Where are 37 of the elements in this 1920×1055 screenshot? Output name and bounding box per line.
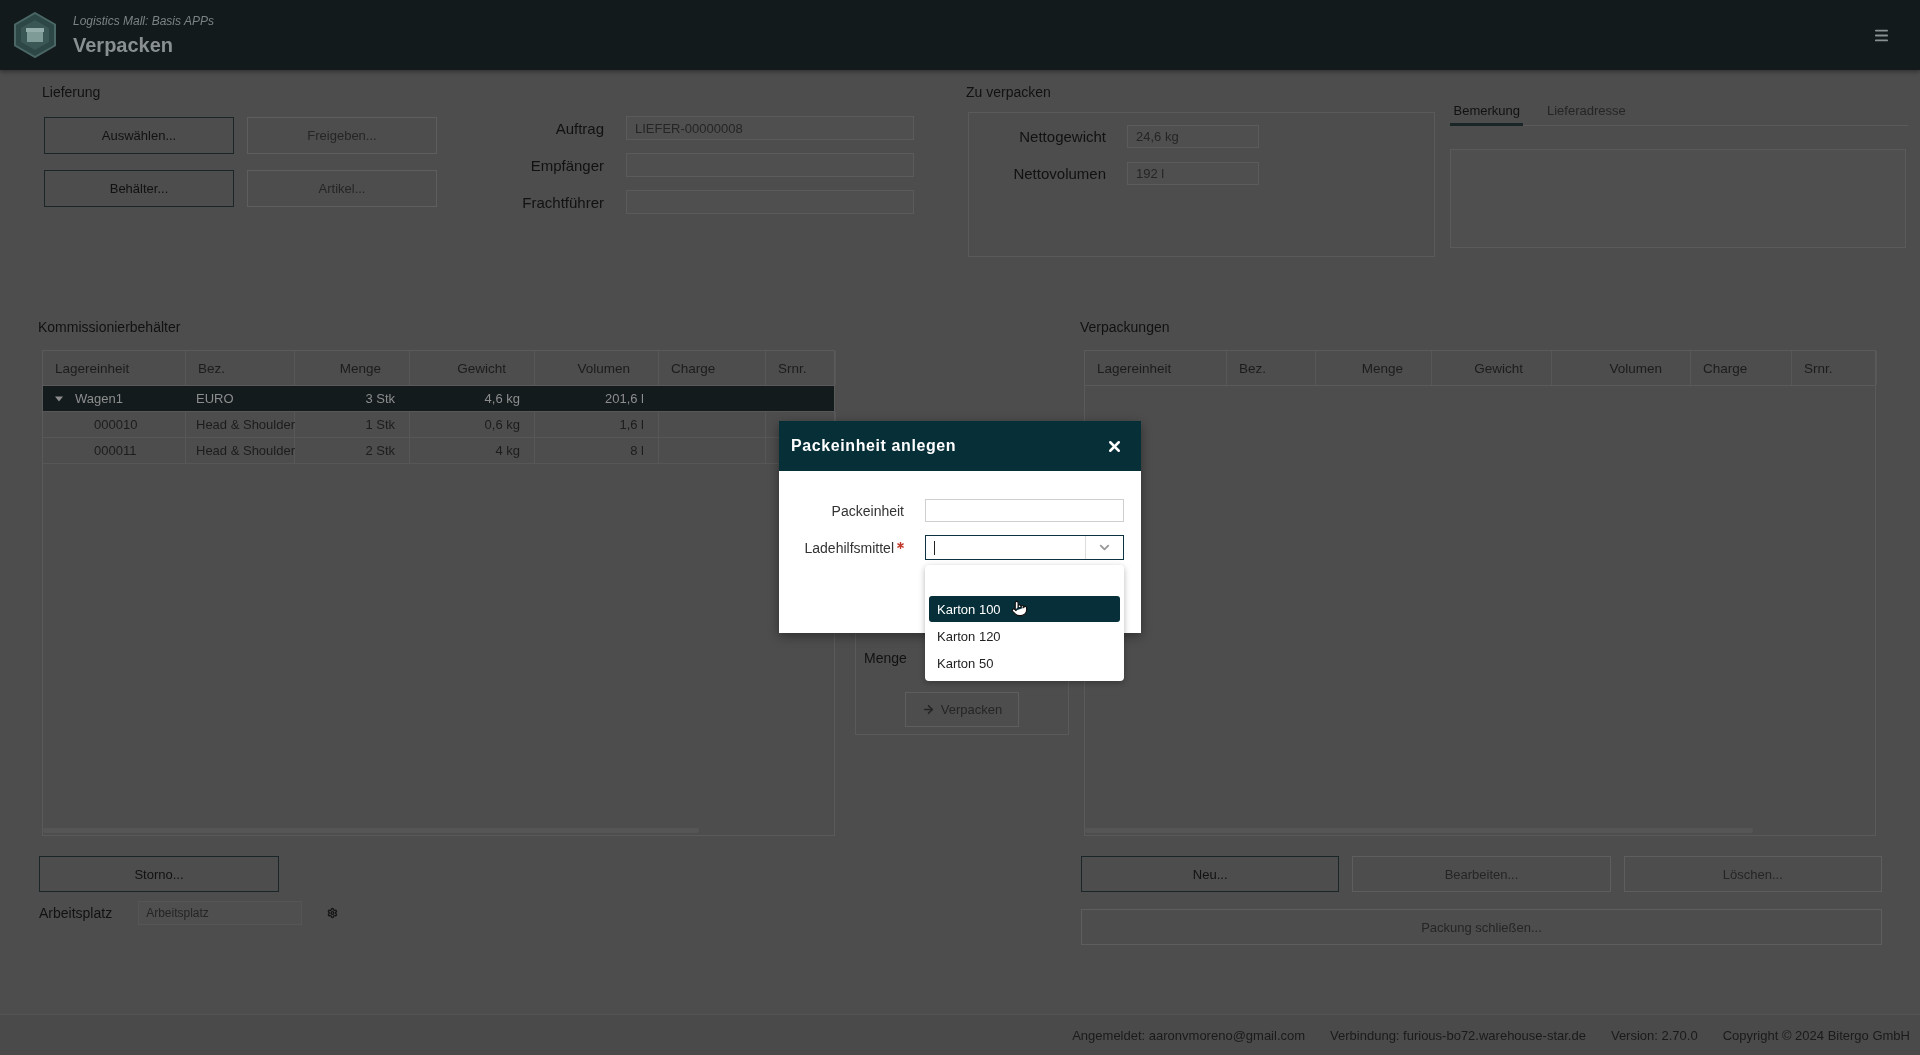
action-button[interactable]: Storno... — [39, 856, 279, 892]
dropdown-select[interactable] — [925, 535, 1124, 560]
table-cell: 3 Stk — [365, 391, 395, 406]
table-cell: 4,6 kg — [484, 391, 520, 406]
dropdown-option[interactable]: Karton 120 — [929, 623, 1120, 650]
text-cursor-icon — [934, 540, 935, 555]
form-label: Auftrag — [554, 119, 604, 137]
form-label: Frachtführer — [521, 193, 604, 211]
caret-down-icon[interactable] — [55, 394, 63, 403]
form-label: Arbeitsplatz — [39, 905, 113, 921]
arrow-right-icon — [921, 703, 935, 716]
form-label: Menge — [864, 649, 907, 668]
section-title: Zu verpacken — [966, 84, 1051, 100]
action-button[interactable]: Auswählen... — [44, 117, 234, 154]
dropdown-option[interactable]: Karton 100 — [929, 596, 1120, 622]
app-subtitle: Logistics Mall: Basis APPs — [73, 13, 214, 28]
tab[interactable]: Bemerkung — [1450, 90, 1524, 126]
form-label: Nettovolumen — [1012, 165, 1106, 182]
hand-pointer-icon — [1011, 600, 1028, 617]
settings-icon[interactable] — [327, 907, 338, 919]
table-cell: EURO — [196, 391, 234, 406]
section-title: Verpackungen — [1080, 319, 1170, 335]
table-cell[interactable]: Wagen1 — [75, 391, 123, 406]
selected-table-row[interactable]: Wagen1 EURO 3 Stk 4,6 kg 201,6 l — [43, 386, 834, 412]
section-title: Lieferung — [42, 84, 101, 100]
form-label: Empfänger — [529, 156, 604, 174]
dialog-title: Packeinheit anlegen — [791, 437, 957, 455]
section-title: Kommissionierbehälter — [38, 319, 181, 335]
form-label: Packeinheit — [831, 502, 904, 519]
hexagon-logo-icon — [14, 12, 56, 58]
dropdown-option[interactable]: Karton 50 — [929, 650, 1120, 677]
form-label: Ladehilfsmittel — [804, 539, 894, 556]
action-button[interactable]: Neu... — [1081, 856, 1340, 892]
page-title: Verpacken — [73, 32, 175, 57]
table-cell: 201,6 l — [604, 391, 644, 406]
form-label: Nettogewicht — [1018, 128, 1106, 145]
action-button[interactable]: Behälter... — [44, 170, 234, 207]
